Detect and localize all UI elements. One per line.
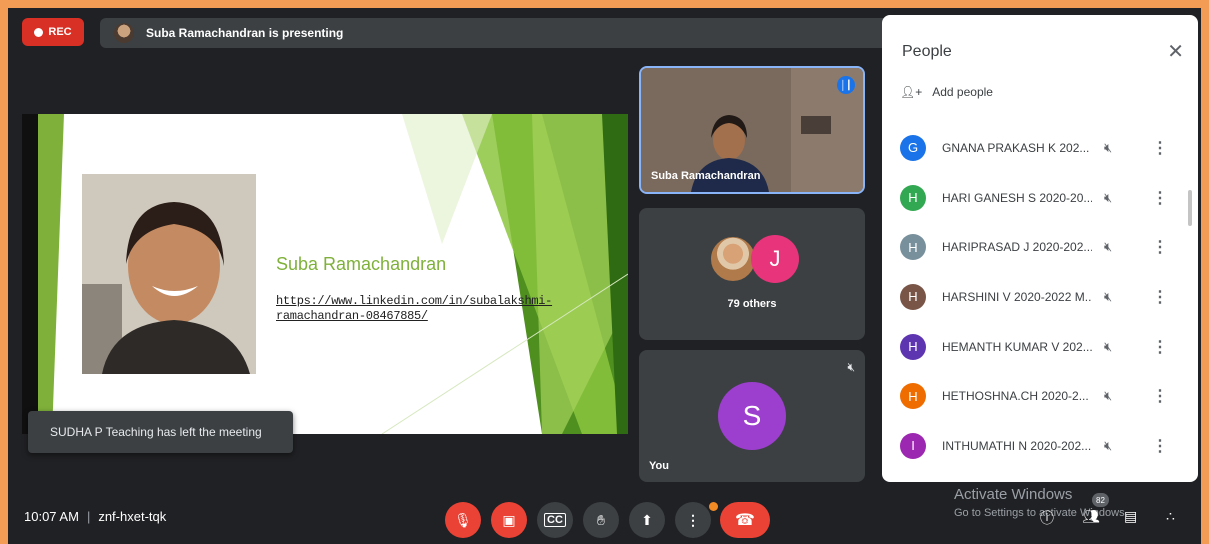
more-vert-icon[interactable]: ⋮ <box>1152 237 1168 257</box>
more-vert-icon: ⋮ <box>686 511 700 528</box>
participant-avatar: H <box>900 383 926 410</box>
clock-time: 10:07 AM <box>24 509 79 524</box>
presenter-photo <box>82 174 256 374</box>
participant-avatar-j: J <box>751 235 799 283</box>
mic-off-icon: 🔇︎ <box>1104 437 1113 453</box>
participant-avatar: G <box>900 134 926 161</box>
presenter-tile-name: Suba Ramachandran <box>651 170 761 182</box>
chat-icon: ▤ <box>1124 508 1138 524</box>
more-options-button[interactable]: ⋮ <box>675 502 711 538</box>
captions-icon: CC <box>544 513 566 527</box>
record-dot-icon <box>34 27 44 37</box>
mic-off-icon: 🎙︎ <box>454 511 472 528</box>
participant-row[interactable]: H HETHOSHNA.CH 2020-2... 🔇︎ ⋮ <box>882 371 1198 421</box>
leave-call-button[interactable]: ☎︎ <box>720 502 770 538</box>
meeting-details-button[interactable]: ⓘ <box>1040 508 1054 528</box>
participant-name: INTHUMATHI N 2020-202... <box>942 438 1092 453</box>
mic-off-icon: 🔇︎ <box>1104 388 1113 404</box>
activities-button[interactable]: ∴ <box>1166 508 1175 525</box>
hang-up-icon: ☎︎ <box>735 512 755 529</box>
rec-label: REC <box>48 26 72 38</box>
camera-off-icon: ▣ <box>502 511 516 528</box>
panel-scrollbar[interactable] <box>1188 190 1192 226</box>
participant-name: GNANA PRAKASH K 202... <box>942 140 1090 155</box>
participant-count-badge: 82 <box>1092 493 1109 507</box>
meeting-info: 10:07 AM | znf-hxet-tqk <box>24 509 166 524</box>
shared-slide: Suba Ramachandran https://www.linkedin.c… <box>22 114 628 434</box>
participant-name: HARSHINI V 2020-2022 M... <box>942 289 1092 304</box>
mic-off-icon: 🔇︎ <box>1104 338 1113 354</box>
participant-avatar: H <box>900 184 926 211</box>
participant-avatar: H <box>900 234 926 261</box>
add-person-icon: 👤︎+ <box>900 85 923 99</box>
participant-row[interactable]: H HARIPRASAD J 2020-202... 🔇︎ ⋮ <box>882 222 1198 272</box>
participant-list: G GNANA PRAKASH K 202... 🔇︎ ⋮ H HARI GANESH S… <box>882 123 1198 471</box>
mic-off-icon: 🔇︎ <box>1104 189 1113 205</box>
participant-avatar: H <box>900 283 926 310</box>
meeting-code: znf-hxet-tqk <box>98 509 167 524</box>
more-vert-icon[interactable]: ⋮ <box>1152 287 1168 307</box>
self-tile[interactable]: 🔇︎ S You <box>639 350 865 482</box>
panel-title: People <box>902 43 952 60</box>
mic-toggle-button[interactable]: 🎙︎ <box>445 502 481 538</box>
participant-row[interactable]: G GNANA PRAKASH K 202... 🔇︎ ⋮ <box>882 123 1198 173</box>
participant-name: HARIPRASAD J 2020-202... <box>942 240 1092 255</box>
participant-row[interactable]: I INTHUMATHI N 2020-202... 🔇︎ ⋮ <box>882 421 1198 471</box>
meet-window: REC Suba Ramachandran is presenting Suba… <box>8 8 1201 544</box>
participant-row[interactable]: H HARSHINI V 2020-2022 M... 🔇︎ ⋮ <box>882 272 1198 322</box>
hand-icon: ✋︎ <box>597 511 605 528</box>
info-icon: ⓘ <box>1040 510 1054 526</box>
activities-icon: ∴ <box>1166 508 1175 524</box>
present-screen-button[interactable]: ⬆ <box>629 502 665 538</box>
participant-name: HETHOSHNA.CH 2020-2... <box>942 389 1089 404</box>
notification-dot <box>709 502 718 511</box>
people-icon: 👥︎ <box>1082 508 1100 524</box>
self-tile-label: You <box>649 460 669 472</box>
participant-avatar: I <box>900 432 926 459</box>
presenter-avatar <box>114 23 134 43</box>
presenting-text: Suba Ramachandran is presenting <box>146 26 344 40</box>
mic-off-icon: 🔇︎ <box>1104 239 1113 255</box>
participant-row[interactable]: H HEMANTH KUMAR V 202... 🔇︎ ⋮ <box>882 322 1198 372</box>
more-vert-icon[interactable]: ⋮ <box>1152 337 1168 357</box>
recording-badge: REC <box>22 18 84 46</box>
camera-toggle-button[interactable]: ▣ <box>491 502 527 538</box>
people-panel: People ✕ 👤︎+ Add people G GNANA PRAKASH K… <box>882 15 1198 482</box>
left-meeting-toast: SUDHA P Teaching has left the meeting <box>28 411 293 453</box>
divider: | <box>86 509 91 524</box>
presenting-banner: Suba Ramachandran is presenting <box>100 18 890 48</box>
participant-avatar: H <box>900 333 926 360</box>
mic-off-icon: 🔇︎ <box>1104 139 1113 155</box>
chat-button[interactable]: ▤ <box>1124 508 1137 525</box>
more-vert-icon[interactable]: ⋮ <box>1152 138 1168 158</box>
participant-row[interactable]: H HARI GANESH S 2020-20... 🔇︎ ⋮ <box>882 173 1198 223</box>
raise-hand-button[interactable]: ✋︎ <box>583 502 619 538</box>
self-avatar: S <box>718 382 786 450</box>
participant-name: HEMANTH KUMAR V 202... <box>942 339 1092 354</box>
more-vert-icon[interactable]: ⋮ <box>1152 386 1168 406</box>
link-line-2: ramachandran-08467885/ <box>276 309 428 323</box>
presenter-tile[interactable]: │┃ Suba Ramachandran <box>639 66 865 194</box>
close-icon[interactable]: ✕ <box>1167 39 1184 64</box>
slide-presenter-name: Suba Ramachandran <box>276 254 447 274</box>
others-tile[interactable]: J 79 others <box>639 208 865 340</box>
add-people-button[interactable]: 👤︎+ Add people <box>900 85 993 99</box>
people-button[interactable]: 👥︎ <box>1082 508 1100 525</box>
linkedin-link[interactable]: https://www.linkedin.com/in/subalakshmi-… <box>276 294 553 324</box>
mic-off-icon: 🔇︎ <box>847 360 855 374</box>
more-vert-icon[interactable]: ⋮ <box>1152 436 1168 456</box>
mic-off-icon: 🔇︎ <box>1104 288 1113 304</box>
speaking-indicator-icon: │┃ <box>837 76 855 94</box>
others-count-label: 79 others <box>727 298 777 310</box>
participant-name: HARI GANESH S 2020-20... <box>942 190 1092 205</box>
link-line-1: https://www.linkedin.com/in/subalakshmi- <box>276 294 553 308</box>
add-people-label: Add people <box>932 85 993 99</box>
present-icon: ⬆ <box>641 511 653 528</box>
activate-windows-title: Activate Windows <box>954 486 1073 503</box>
participant-photo-avatar <box>709 235 757 283</box>
more-vert-icon[interactable]: ⋮ <box>1152 188 1168 208</box>
captions-button[interactable]: CC <box>537 502 573 538</box>
